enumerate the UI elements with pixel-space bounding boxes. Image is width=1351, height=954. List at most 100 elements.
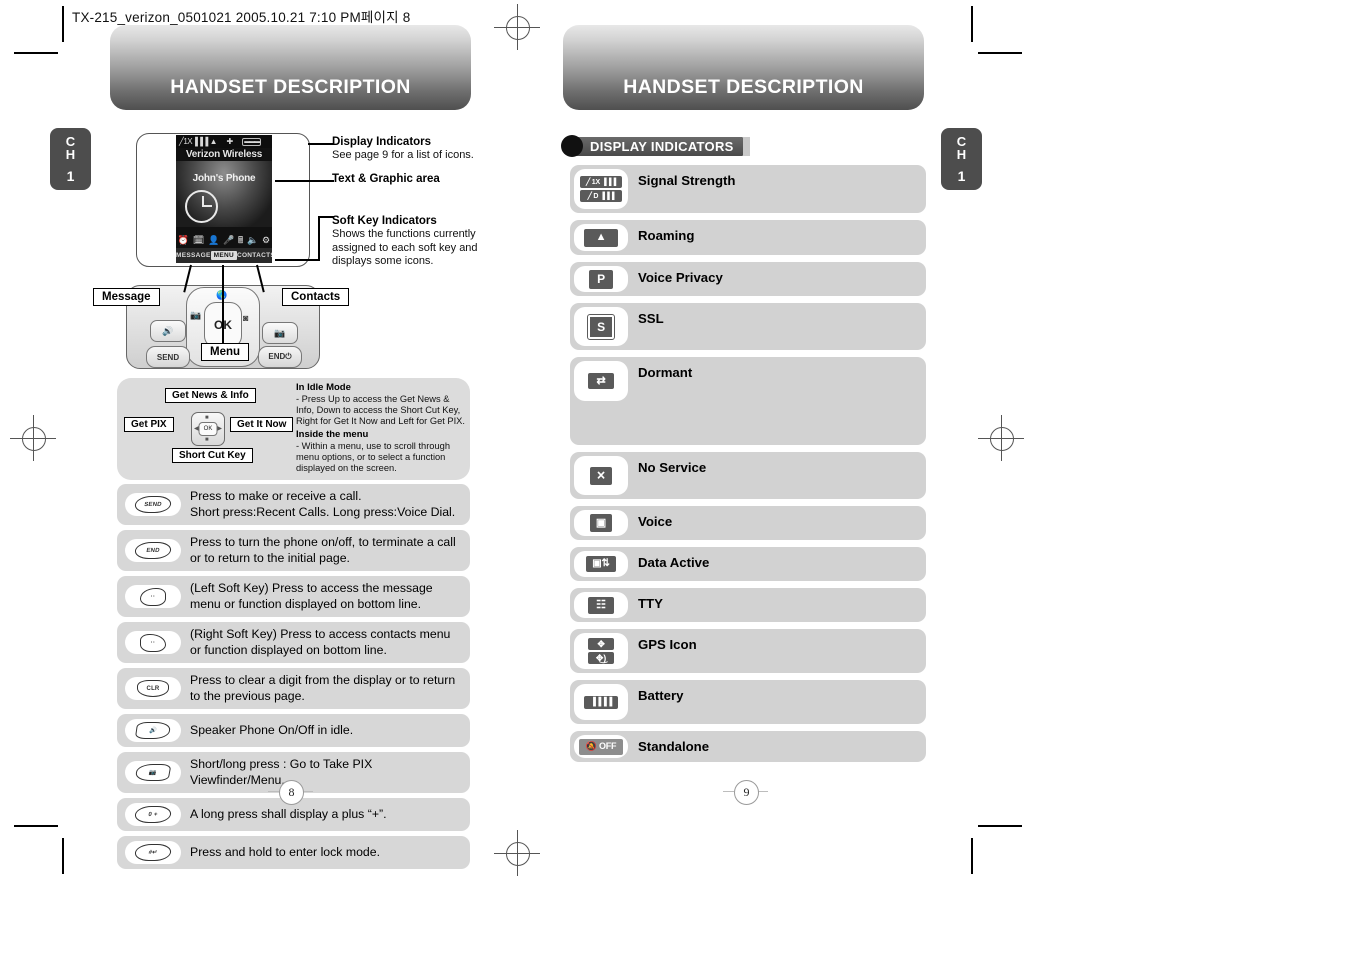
tty-icon: ☷ <box>574 592 628 618</box>
arrow-menu-line <box>222 265 224 343</box>
section-header-tail <box>742 136 750 156</box>
registration-mark-bottom <box>494 830 540 876</box>
display-indicator-row: ▐▐▐▐ Battery <box>570 680 926 724</box>
right-page-header: HANDSET DESCRIPTION <box>563 25 924 110</box>
display-indicator-row: ☷ TTY <box>570 588 926 622</box>
idle-section-1-title: In Idle Mode <box>296 382 351 393</box>
key-description-row: END Press to turn the phone on/off, to te… <box>117 530 470 571</box>
send-key[interactable]: SEND <box>146 346 190 368</box>
pound-key-icon-glyph: #↵ <box>133 844 173 861</box>
display-indicators-title: DISPLAY INDICATORS <box>590 138 734 154</box>
key-description-text: Short/long press : Go to Take PIX Viewfi… <box>190 757 373 787</box>
annotation-text-graphic: Text & Graphic area <box>332 172 492 186</box>
key-description-text: Press to clear a digit from the display … <box>190 673 456 703</box>
display-indicator-row: 🔕 OFF Standalone <box>570 731 926 762</box>
left-chapter-tab: C H 1 <box>50 128 91 190</box>
no-service-icon: 🗙 <box>574 456 628 495</box>
camera-key-icon: 📷 <box>125 761 181 784</box>
crop-mark-tr-h <box>978 52 1022 54</box>
sk-icon-settings: ⚙ <box>261 235 271 245</box>
display-indicators-list: ╱ 1X ▐▐▐ ╱ D ▐▐▐ Signal Strength ▲ Roaming P V… <box>570 165 926 769</box>
key-description-list: SEND Press to make or receive a call. Shor… <box>117 484 470 874</box>
display-indicator-row: ▣⇅ Data Active <box>570 547 926 581</box>
page-number-left: 8 <box>279 780 304 805</box>
display-indicator-label: No Service <box>638 460 707 475</box>
annotation-display-indicators: Display Indicators See page 9 for a list… <box>332 135 492 163</box>
camera-side-key[interactable]: 📷 <box>262 322 298 344</box>
phone-soft-key-icon-row: ⏰ 🗓 👤 🎤 🖩 🔈 ⚙ <box>176 234 272 247</box>
display-indicator-row: S SSL <box>570 303 926 350</box>
display-indicator-label: SSL <box>638 311 664 326</box>
soft-key-center-label: MENU <box>210 251 237 260</box>
signal-d-badge: ╱ D ▐▐▐ <box>580 190 622 202</box>
speaker-key-icon: 🔊 <box>125 719 181 742</box>
key-description-text: Press to make or receive a call. Short pr… <box>190 489 456 519</box>
end-key[interactable]: END⏻ <box>258 346 302 368</box>
signal-strength-icon: ╱ 1X ▐▐▐ ╱ D ▐▐▐ <box>574 169 628 209</box>
clear-key-icon: CLR <box>125 677 181 700</box>
registration-mark-top <box>494 4 540 50</box>
speaker-side-key[interactable]: 🔊 <box>150 320 186 342</box>
roaming-icon: ▲ <box>574 224 628 251</box>
dormant-icon: ⇄ <box>574 361 628 401</box>
annotation-display-indicators-body: See page 9 for a list of icons. <box>332 149 474 161</box>
idle-section-1-body: - Press Up to access the Get News & Info… <box>296 393 465 426</box>
crop-mark-tr-v <box>971 6 973 42</box>
annotation-soft-key-title: Soft Key Indicators <box>332 215 437 227</box>
status-signal-icon: ╱1X▐▐▐ <box>179 137 208 146</box>
soft-key-left-label: MESSAGE <box>176 252 211 259</box>
display-indicator-label: GPS Icon <box>638 637 697 652</box>
data-active-badge: ▣⇅ <box>586 556 616 572</box>
status-gps-icon: ✚ <box>226 137 234 146</box>
nav-label-get-it-now: Get It Now <box>230 417 294 432</box>
key-description-text: Speaker Phone On/Off in idle. <box>190 722 354 737</box>
section-bullet-icon <box>561 135 583 157</box>
key-description-row: ·· (Right Soft Key) Press to access conta… <box>117 622 470 663</box>
key-description-text: (Left Soft Key) Press to access the mess… <box>190 581 433 611</box>
display-indicators-section-header: DISPLAY INDICATORS <box>561 135 750 157</box>
clear-key-icon-glyph: CLR <box>137 680 169 697</box>
phone-screen: ╱1X▐▐▐ ▲ ✚ ▬▬▬ Verizon Wireless John's P… <box>176 135 272 263</box>
crop-mark-bl-v <box>62 838 64 874</box>
leader-softkey-v <box>318 216 320 260</box>
nav-label-get-news-info: Get News & Info <box>165 388 256 403</box>
idle-nav-ok: OK <box>198 422 218 436</box>
display-indicator-label: Signal Strength <box>638 173 736 188</box>
display-indicator-label: TTY <box>638 596 663 611</box>
key-description-text: Press and hold to enter lock mode. <box>190 844 381 859</box>
gps-badge-1: ✥ <box>588 638 614 650</box>
sk-icon-alarm: ⏰ <box>177 235 190 245</box>
key-description-row: #↵ Press and hold to enter lock mode. <box>117 836 470 869</box>
idle-section-2-title: Inside the menu <box>296 429 369 441</box>
display-indicator-row: ✥ ✥͜) GPS Icon <box>570 629 926 673</box>
gps-badge-2: ✥͜) <box>588 652 614 664</box>
signal-1x-badge: ╱ 1X ▐▐▐ <box>580 176 622 188</box>
standalone-badge: 🔕 OFF <box>579 738 623 755</box>
annotation-display-indicators-title: Display Indicators <box>332 136 432 148</box>
sk-icon-calendar: 🗓 <box>192 235 205 245</box>
display-indicator-label: Voice <box>638 514 673 529</box>
gps-icon: ✥ ✥͜) <box>574 633 628 669</box>
idle-mode-text-block: In Idle Mode - Press Up to access the Ge… <box>296 382 468 474</box>
page-9-wing-left <box>723 791 734 792</box>
key-description-row: 🔊 Speaker Phone On/Off in idle. <box>117 714 470 747</box>
annotation-text-graphic-title: Text & Graphic area <box>332 173 440 185</box>
battery-badge: ▐▐▐▐ <box>584 695 618 709</box>
nav-label-short-cut-key: Short Cut Key <box>172 448 253 463</box>
roaming-badge: ▲ <box>584 228 618 247</box>
right-chapter-tab-number: 1 <box>957 168 966 184</box>
key-description-row: CLR Press to clear a digit from the displ… <box>117 668 470 709</box>
left-soft-key-icon: ·· <box>125 585 181 608</box>
nav-right-icon: ◙ <box>243 313 249 323</box>
page-8-wing-left <box>268 791 279 792</box>
zero-key-icon: 0 + <box>125 803 181 826</box>
display-indicator-label: Roaming <box>638 228 695 243</box>
voice-icon: ▣ <box>574 510 628 536</box>
tty-badge: ☷ <box>588 596 614 614</box>
key-description-text: (Right Soft Key) Press to access contact… <box>190 627 451 657</box>
right-chapter-tab-h: H <box>956 147 967 162</box>
ssl-badge: S <box>587 313 615 340</box>
send-key-icon-glyph: SEND <box>133 496 173 513</box>
pound-key-icon: #↵ <box>125 841 181 864</box>
voice-privacy-badge: P <box>589 269 613 289</box>
